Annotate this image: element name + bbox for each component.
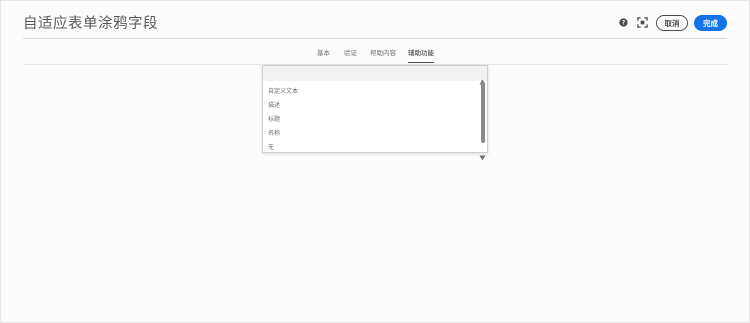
scroll-down-arrow-icon[interactable] bbox=[479, 146, 486, 161]
header-divider bbox=[23, 38, 727, 39]
tab-accessibility[interactable]: 辅助功能 bbox=[408, 48, 434, 63]
tab-bar: 基本 验证 帮助内容 辅助功能 bbox=[1, 48, 749, 64]
dialog-window: 自适应表单涂鸦字段 ? 取消 完成 基本 验证 帮助内容 辅助功能 自定义文本 … bbox=[0, 0, 750, 323]
dialog-header: 自适应表单涂鸦字段 ? 取消 完成 bbox=[1, 1, 749, 38]
tab-help-content[interactable]: 帮助内容 bbox=[370, 48, 396, 63]
list-item[interactable]: 自定义文本 bbox=[268, 86, 298, 95]
fullscreen-icon[interactable] bbox=[636, 16, 648, 28]
tab-validation[interactable]: 验证 bbox=[344, 48, 357, 63]
list-item[interactable]: 描述 bbox=[268, 100, 280, 109]
tab-basic[interactable]: 基本 bbox=[317, 48, 330, 63]
cancel-button[interactable]: 取消 bbox=[656, 15, 688, 31]
list-item[interactable]: 标题 bbox=[268, 114, 280, 123]
dropdown-selected-empty-option[interactable] bbox=[263, 66, 487, 81]
scroll-up-arrow-icon[interactable] bbox=[479, 70, 486, 85]
help-icon[interactable]: ? bbox=[618, 17, 629, 28]
list-item[interactable]: 名称 bbox=[268, 128, 280, 137]
scrollbar[interactable] bbox=[478, 69, 487, 161]
list-item[interactable]: 无 bbox=[268, 142, 274, 151]
accessibility-dropdown-list[interactable]: 自定义文本 描述 标题 名称 无 bbox=[262, 65, 488, 161]
scrollbar-thumb[interactable] bbox=[481, 82, 485, 143]
page-title: 自适应表单涂鸦字段 bbox=[23, 16, 158, 32]
done-button[interactable]: 完成 bbox=[694, 15, 727, 31]
